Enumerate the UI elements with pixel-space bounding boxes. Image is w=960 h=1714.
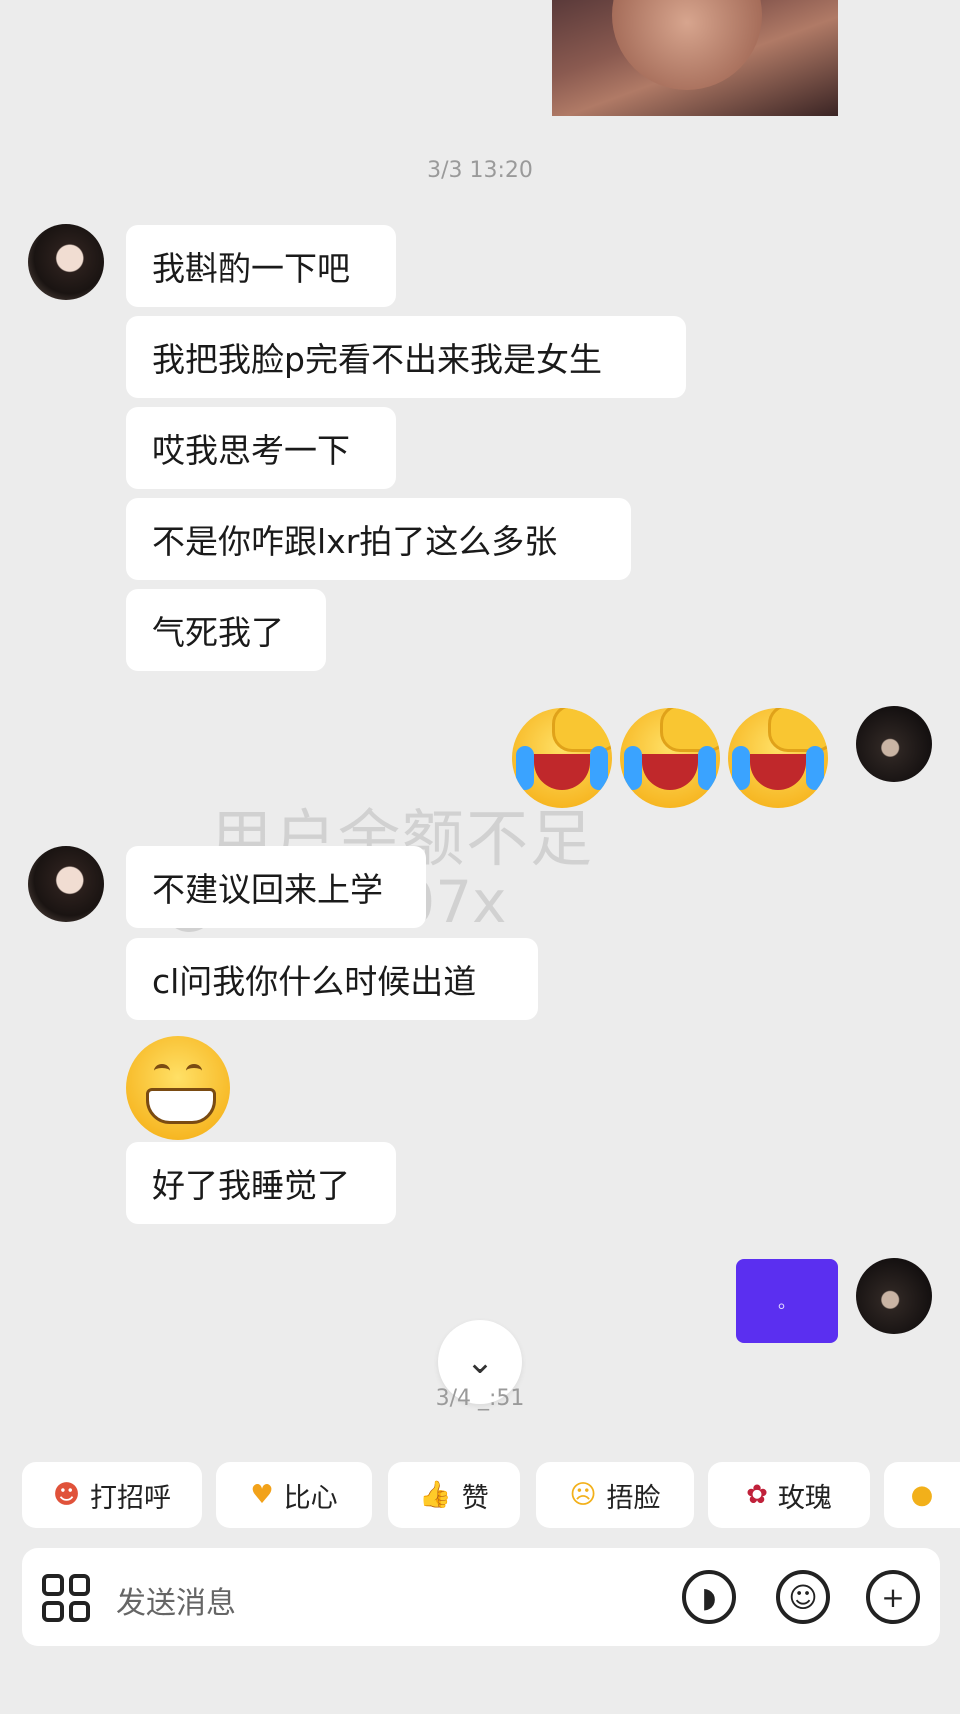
message-bubble[interactable]: 我斟酌一下吧 [126,225,396,307]
facepalm-emoji-icon: ☹ [569,1480,597,1510]
heart-hands-emoji-icon: ♥ [250,1480,274,1510]
apps-grid-icon[interactable] [42,1574,90,1622]
timestamp: 3/3 13:20 [427,158,533,183]
my-avatar[interactable] [856,1258,932,1334]
medal-emoji-icon: ● [910,1480,934,1510]
facepalm-emoji-icon [620,708,720,808]
contact-avatar[interactable] [28,846,104,922]
quick-reply-heart[interactable]: ♥ 比心 [216,1462,372,1528]
wave-emoji-icon: ☻ [52,1480,81,1510]
my-avatar[interactable] [856,706,932,782]
quick-reply-label: 玫瑰 [777,1482,832,1514]
quick-reply-label: 比心 [283,1482,338,1514]
message-bubble[interactable]: 不是你咋跟lxr拍了这么多张 [126,498,631,580]
purple-message-bubble[interactable]: 。 [736,1259,838,1343]
message-bubble[interactable]: 我把我脸p完看不出来我是女生 [126,316,686,398]
quick-reply-label: 赞 [461,1482,489,1514]
quick-reply-like[interactable]: 👍 赞 [388,1462,520,1528]
message-input[interactable]: 发送消息 [116,1578,236,1622]
thumbs-up-emoji-icon: 👍 [419,1480,452,1510]
timestamp: 3/4 _:51 [435,1386,525,1411]
voice-icon[interactable]: ◗ [682,1570,736,1624]
facepalm-emoji-icon [728,708,828,808]
smile-icon[interactable]: ☺ [776,1570,830,1624]
grin-emoji-icon[interactable] [126,1036,230,1140]
message-bubble[interactable]: 不建议回来上学 [126,846,426,928]
quick-reply-rose[interactable]: ✿ 玫瑰 [708,1462,870,1528]
contact-avatar[interactable] [28,224,104,300]
plus-icon[interactable]: + [866,1570,920,1624]
rose-emoji-icon: ✿ [746,1480,768,1510]
quick-reply-label: 捂脸 [606,1482,661,1514]
quick-reply-label: 打招呼 [90,1482,172,1514]
shared-photo[interactable] [552,0,838,116]
message-bubble[interactable]: 气死我了 [126,589,326,671]
quick-reply-facepalm[interactable]: ☹ 捂脸 [536,1462,694,1528]
message-bubble[interactable]: 哎我思考一下 [126,407,396,489]
quick-reply-greet[interactable]: ☻ 打招呼 [22,1462,202,1528]
message-bubble[interactable]: 好了我睡觉了 [126,1142,396,1224]
quick-reply-more[interactable]: ● [884,1462,960,1528]
message-bubble[interactable]: cl问我你什么时候出道 [126,938,538,1020]
